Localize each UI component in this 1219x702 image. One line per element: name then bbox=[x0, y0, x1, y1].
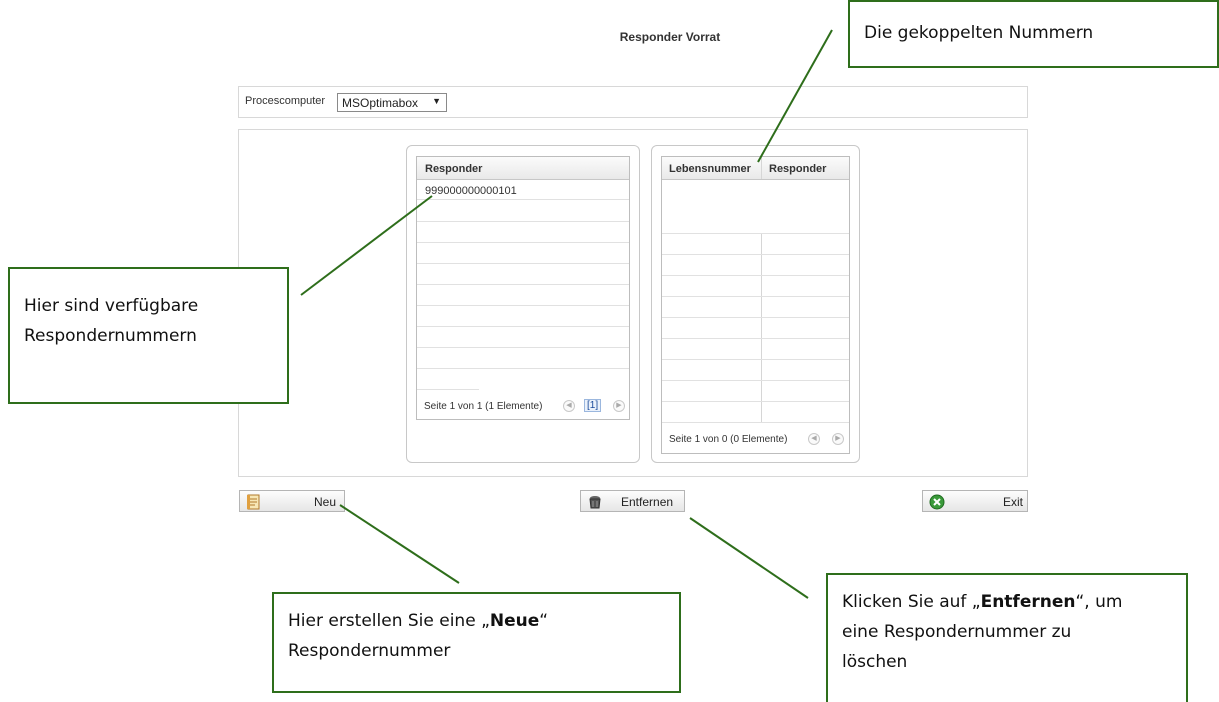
callout-remove-button: Klicken Sie auf „Entfernen“, um eine Res… bbox=[826, 573, 1188, 702]
callout-text-line1: Hier erstellen Sie eine „Neue“ bbox=[288, 611, 549, 631]
callout-text-line1: Klicken Sie auf „Entfernen“, um bbox=[842, 592, 1123, 612]
callout-text-line2: eine Respondernummer zu bbox=[842, 622, 1072, 642]
callout-text: Die gekoppelten Nummern bbox=[864, 23, 1094, 43]
callout-new-button: Hier erstellen Sie eine „Neue“ Responder… bbox=[272, 592, 681, 693]
callout-coupled-numbers: Die gekoppelten Nummern bbox=[848, 0, 1219, 68]
callout-text-line2: Respondernummern bbox=[24, 326, 197, 346]
callout-text-line1: Hier sind verfügbare bbox=[24, 296, 199, 316]
callout-text-line2: Respondernummer bbox=[288, 641, 451, 661]
callout-text-line3: löschen bbox=[842, 652, 908, 672]
callout-available-numbers: Hier sind verfügbare Respondernummern bbox=[8, 267, 289, 404]
